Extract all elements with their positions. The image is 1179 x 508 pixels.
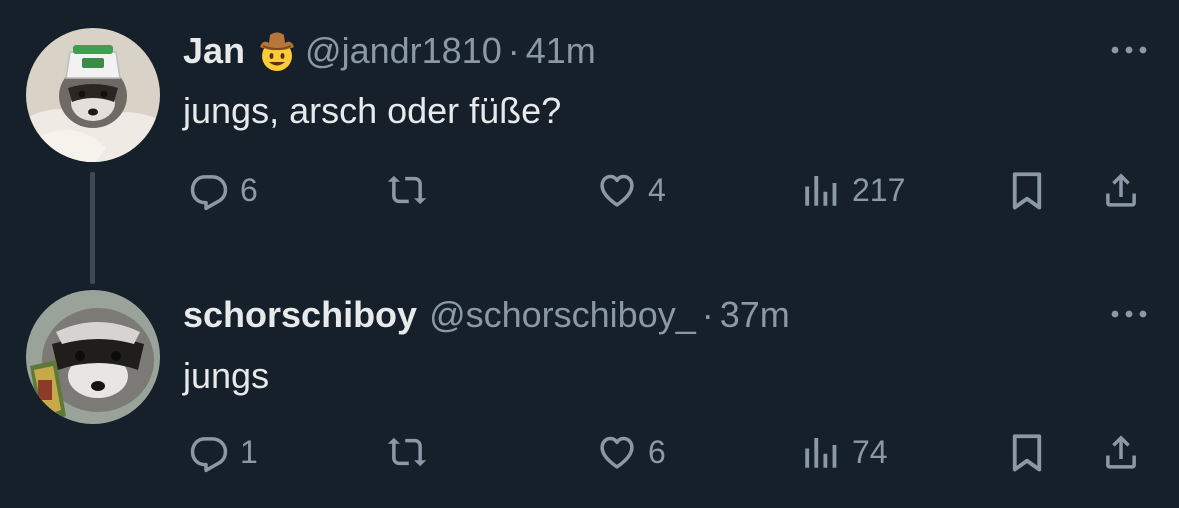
author-handle[interactable]: @schorschiboy_ bbox=[429, 294, 696, 336]
reply-icon bbox=[188, 431, 230, 473]
reply-icon bbox=[188, 169, 230, 211]
tweet-header: Jan @jandr1810 · 41m bbox=[183, 28, 596, 74]
cowboy-emoji-icon bbox=[260, 32, 295, 71]
reply-count: 1 bbox=[240, 433, 258, 470]
reply-button[interactable]: 6 bbox=[188, 162, 258, 218]
reply-button[interactable]: 1 bbox=[188, 424, 258, 480]
retweet-button[interactable] bbox=[386, 424, 428, 480]
like-button[interactable]: 6 bbox=[596, 424, 666, 480]
bookmark-button[interactable] bbox=[1006, 424, 1048, 480]
author-handle[interactable]: @jandr1810 bbox=[305, 30, 502, 72]
retweet-button[interactable] bbox=[386, 162, 428, 218]
author-name[interactable]: schorschiboy bbox=[183, 294, 417, 336]
time-separator: · bbox=[701, 294, 714, 335]
time-separator: · bbox=[507, 30, 520, 71]
tweet-timestamp[interactable]: 37m bbox=[720, 294, 790, 336]
like-count: 4 bbox=[648, 171, 666, 208]
views-button[interactable]: 217 bbox=[800, 162, 905, 218]
tweet[interactable]: schorschiboy @schorschiboy_ · 37m jungs … bbox=[0, 262, 1179, 508]
tweet-header: schorschiboy @schorschiboy_ · 37m bbox=[183, 292, 790, 338]
views-bar-chart-icon bbox=[800, 169, 842, 211]
views-bar-chart-icon bbox=[800, 431, 842, 473]
heart-icon bbox=[596, 169, 638, 211]
tweet-timestamp[interactable]: 41m bbox=[526, 30, 596, 72]
views-count: 217 bbox=[852, 171, 906, 208]
tweet-text: jungs bbox=[183, 355, 270, 396]
views-button[interactable]: 74 bbox=[800, 424, 888, 480]
more-horizontal-icon[interactable] bbox=[1109, 40, 1149, 60]
like-button[interactable]: 4 bbox=[596, 162, 666, 218]
tweet[interactable]: Jan @jandr1810 · 41m jungs, arsch oder f… bbox=[0, 0, 1179, 284]
heart-icon bbox=[596, 431, 638, 473]
share-icon bbox=[1100, 169, 1142, 211]
bookmark-icon bbox=[1006, 431, 1048, 473]
retweet-icon bbox=[386, 431, 428, 473]
more-horizontal-icon[interactable] bbox=[1109, 304, 1149, 324]
tweet-actions: 6 4 217 bbox=[0, 162, 1179, 218]
reply-count: 6 bbox=[240, 171, 258, 208]
bookmark-icon bbox=[1006, 169, 1048, 211]
avatar[interactable] bbox=[26, 28, 160, 162]
avatar[interactable] bbox=[26, 290, 160, 424]
tweet-actions: 1 6 74 bbox=[0, 424, 1179, 480]
share-icon bbox=[1100, 431, 1142, 473]
share-button[interactable] bbox=[1100, 424, 1142, 480]
share-button[interactable] bbox=[1100, 162, 1142, 218]
tweet-text: jungs, arsch oder füße? bbox=[183, 90, 562, 131]
views-count: 74 bbox=[852, 433, 888, 470]
bookmark-button[interactable] bbox=[1006, 162, 1048, 218]
author-name[interactable]: Jan bbox=[183, 30, 245, 72]
like-count: 6 bbox=[648, 433, 666, 470]
retweet-icon bbox=[386, 169, 428, 211]
